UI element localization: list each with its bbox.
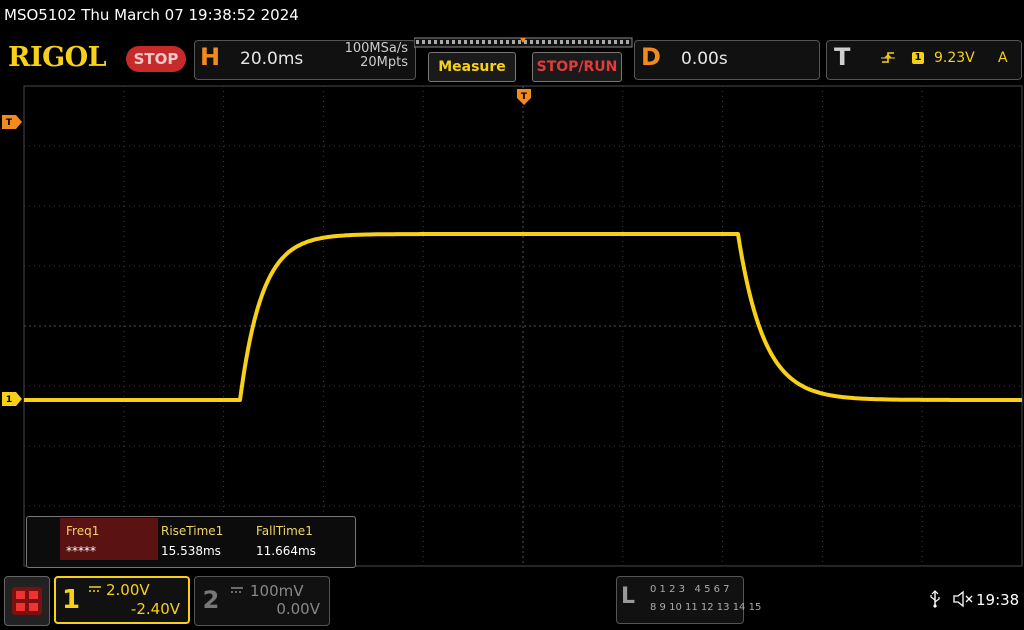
menu-button[interactable] [4,576,50,626]
dc-coupling-icon [231,587,243,593]
usb-icon [930,590,940,608]
channel-2-scale: 100mV [250,582,304,600]
trigger-source: 1 [912,52,924,64]
timebase-value: 20.0ms [240,49,304,69]
logic-label: L [621,584,636,609]
delay-label: D [641,43,661,71]
ch1-offset-marker-label: 1 [6,395,12,405]
clock: 19:38 [976,591,1020,609]
stop-run-button[interactable]: STOP/RUN [532,52,622,82]
logic-channels-row2: 8 9 10 11 12 13 14 15 [650,602,762,613]
trigger-edge-icon [881,52,895,63]
dc-coupling-icon [89,586,101,592]
delay-value: 0.00s [681,49,728,69]
trigger-level-marker[interactable]: T [2,115,22,129]
ch1-offset-marker[interactable]: 1 [2,392,22,406]
channel-2-number: 2 [202,586,220,614]
trigger-mode: A [998,50,1008,66]
run-state-badge[interactable]: STOP [126,46,186,72]
channel-1-offset: -2.40V [130,600,180,618]
trigger-level-marker-label: T [6,118,13,128]
measurement-label: RiseTime1 [161,524,224,538]
device-title: MSO5102 Thu March 07 19:38:52 2024 [4,6,299,24]
memory-depth: 20Mpts [360,55,408,70]
trigger-position-marker[interactable]: T [516,88,532,110]
sample-rate: 100MSa/s [344,41,408,56]
horizontal-label: H [200,43,221,71]
channel-2-offset: 0.00V [276,600,320,618]
trigger-position-label: T [521,92,528,102]
menu-icon [12,587,42,615]
trigger-panel[interactable] [826,40,1022,80]
channel-1-scale: 2.00V [106,581,150,599]
measurement-value: ***** [66,544,96,558]
memory-position-bar[interactable] [414,36,634,50]
measurement-label: Freq1 [66,524,100,538]
logic-channels-row1: 0 1 2 3 4 5 6 7 [650,584,730,595]
trigger-level: 9.23V [934,50,975,66]
acquisition-info: 100MSa/s 20Mpts [324,42,408,70]
measurement-value: 11.664ms [256,544,316,558]
waveform-display[interactable] [0,82,1024,568]
measure-button[interactable]: Measure [428,52,516,82]
measurement-label: FallTime1 [256,524,313,538]
channel-1-number: 1 [61,585,81,615]
rigol-logo: RIGOL [8,42,107,73]
measurement-value: 15.538ms [161,544,221,558]
speaker-muted-icon[interactable] [952,590,974,608]
trigger-label: T [834,43,851,71]
